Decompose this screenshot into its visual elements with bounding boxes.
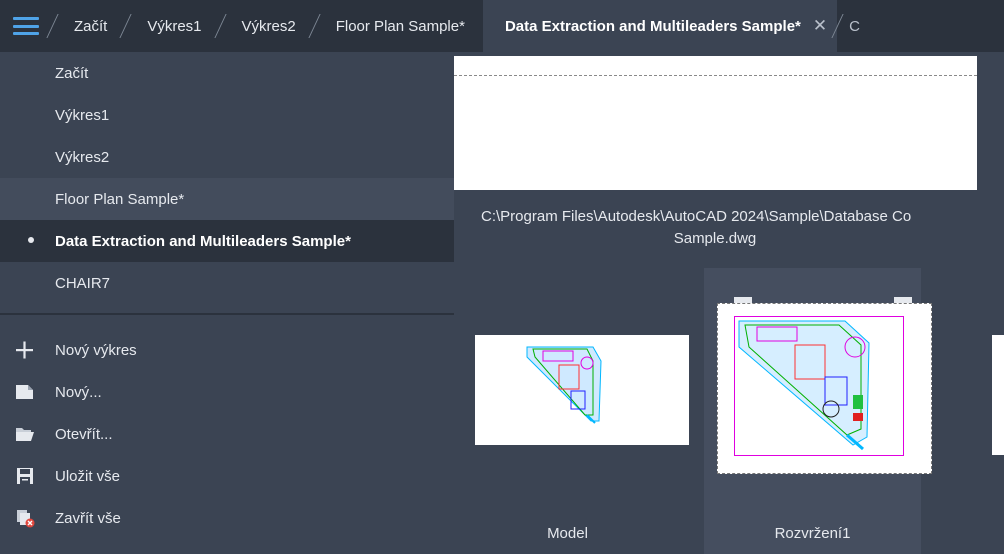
model-thumbnail [475,335,689,445]
drawing-preview [454,56,977,190]
tab-label: Data Extraction and Multileaders Sample* [504,17,801,35]
tab-vykres1[interactable]: Výkres1 [119,0,219,52]
close-all-button[interactable]: Zavřít vše [0,497,454,539]
new-drawing-button[interactable]: Nový výkres [0,329,454,371]
action-label: Uložit vše [55,467,121,485]
doc-item-vykres1[interactable]: Výkres1 [0,94,454,136]
doc-item-label: Začít [55,64,89,82]
doc-item-label: CHAIR7 [55,274,111,292]
tab-label: Výkres2 [241,17,296,35]
action-label: Nový výkres [55,341,137,359]
tab-overflow[interactable]: C [831,0,878,52]
active-bullet [28,237,34,243]
file-path-line1: C:\Program Files\Autodesk\AutoCAD 2024\S… [481,208,912,225]
tab-data-extraction[interactable]: Data Extraction and Multileaders Sample*… [482,0,838,52]
new-file-icon [14,382,36,402]
tab-label: Floor Plan Sample* [335,17,465,35]
plus-icon [14,340,36,360]
doc-item-label: Floor Plan Sample* [55,190,185,208]
doc-item-chair7[interactable]: CHAIR7 [0,262,454,304]
doc-item-label: Výkres2 [55,148,110,166]
file-path-line2: Sample.dwg [673,230,757,247]
layout-card-rozvrzeni1[interactable]: Rozvržení1 [704,268,932,554]
menu-icon[interactable] [0,0,52,52]
save-all-icon [14,466,36,486]
divider [0,313,454,315]
tab-label: Výkres1 [147,17,202,35]
layout-thumbnail [717,303,932,474]
doc-item-vykres2[interactable]: Výkres2 [0,136,454,178]
doc-item-start[interactable]: Začít [0,52,454,94]
doc-item-label: Výkres1 [55,106,110,124]
drawing-preview-area: C:\Program Files\Autodesk\AutoCAD 2024\S… [454,52,1004,554]
tab-label: Začít [74,17,108,35]
action-label: Otevřít... [55,425,113,443]
tab-vykres2[interactable]: Výkres2 [213,0,314,52]
layout-label-model: Model [547,525,588,542]
save-all-button[interactable]: Uložit vše [0,455,454,497]
doc-item-floor-plan-sample[interactable]: Floor Plan Sample* [0,178,454,220]
close-all-icon [14,508,36,528]
layout-label-rozvrzeni1: Rozvržení1 [774,525,851,542]
action-label: Zavřít vše [55,509,121,527]
tab-start[interactable]: Začít [46,0,125,52]
paper-boundary [734,316,904,456]
new-button[interactable]: Nový... [0,371,454,413]
tab-label: C [849,17,860,35]
close-icon[interactable]: ✕ [813,16,827,36]
doc-item-label: Data Extraction and Multileaders Sample* [55,232,351,250]
tab-floor-plan-sample[interactable]: Floor Plan Sample* [308,0,483,52]
open-folder-icon [14,424,36,444]
layout-thumbnail-partial[interactable] [992,335,1004,455]
doc-item-data-extraction[interactable]: Data Extraction and Multileaders Sample* [0,220,454,262]
file-menu-panel: Začít Výkres1 Výkres2 Floor Plan Sample*… [0,52,454,554]
layout-card-model[interactable]: Model [459,268,689,554]
open-button[interactable]: Otevřít... [0,413,454,455]
action-label: Nový... [55,383,102,401]
file-path: C:\Program Files\Autodesk\AutoCAD 2024\S… [481,206,1004,250]
document-tab-bar: Začít Výkres1 Výkres2 Floor Plan Sample*… [0,0,1004,52]
